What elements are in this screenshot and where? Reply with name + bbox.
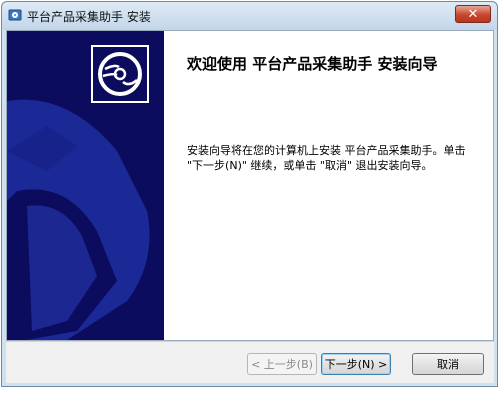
title-bar[interactable]: 平台产品采集助手 安装 ✕ bbox=[2, 2, 497, 30]
side-banner bbox=[7, 31, 164, 340]
cancel-button[interactable]: 取消 bbox=[412, 353, 484, 375]
installer-app-icon bbox=[8, 9, 22, 21]
close-button[interactable]: ✕ bbox=[455, 5, 491, 23]
wizard-content: 欢迎使用 平台产品采集助手 安装向导 安装向导将在您的计算机上安装 平台产品采集… bbox=[6, 30, 494, 341]
wizard-description: 安装向导将在您的计算机上安装 平台产品采集助手。单击 "下一步(N)" 继续，或… bbox=[187, 144, 466, 172]
close-icon: ✕ bbox=[467, 6, 479, 22]
button-bar: < 上一步(B) 下一步(N) > 取消 bbox=[6, 341, 494, 383]
next-button[interactable]: 下一步(N) > bbox=[321, 353, 391, 375]
back-button[interactable]: < 上一步(B) bbox=[247, 353, 317, 375]
disc-icon bbox=[93, 47, 147, 101]
wizard-heading: 欢迎使用 平台产品采集助手 安装向导 bbox=[187, 55, 438, 73]
window-title: 平台产品采集助手 安装 bbox=[27, 10, 151, 24]
logo-frame bbox=[91, 45, 149, 103]
installer-window: 平台产品采集助手 安装 ✕ 欢迎使用 平台产品采集助手 安装向导 安装向导将在您… bbox=[1, 1, 498, 387]
